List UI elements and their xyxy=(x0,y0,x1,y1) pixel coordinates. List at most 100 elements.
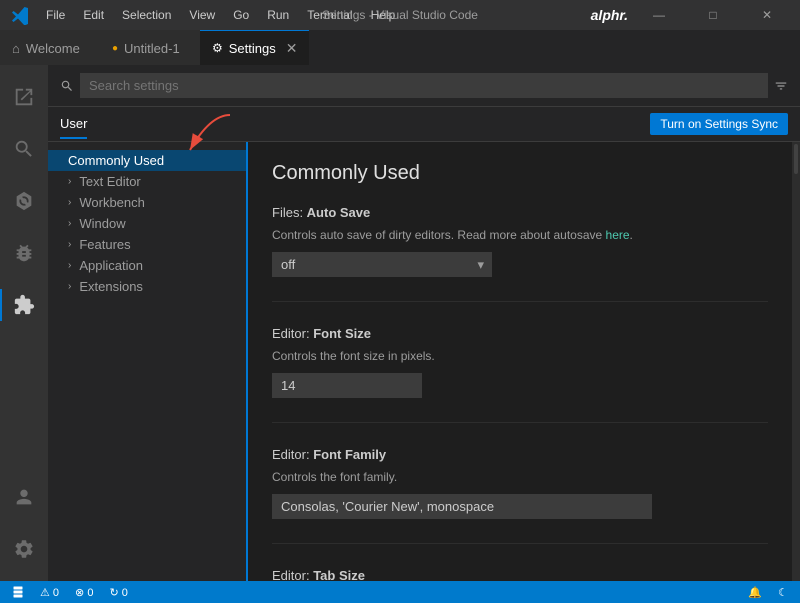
nav-features[interactable]: › Features xyxy=(48,234,246,255)
search-icon xyxy=(60,79,74,93)
menu-edit[interactable]: Edit xyxy=(75,6,112,24)
font-size-label: Editor: Font Size xyxy=(272,326,768,341)
font-family-label: Editor: Font Family xyxy=(272,447,768,462)
activity-explorer[interactable] xyxy=(0,73,48,121)
settings-container: User Turn on Settings Sync Commonly Used… xyxy=(48,65,800,581)
close-button[interactable]: ✕ xyxy=(744,0,790,30)
tab-welcome-icon: ⌂ xyxy=(12,41,20,56)
minimize-button[interactable]: — xyxy=(636,0,682,30)
files-auto-save-desc: Controls auto save of dirty editors. Rea… xyxy=(272,226,768,244)
status-bar: ⚠ 0 ⊗ 0 ↻ 0 🔔 ☾ xyxy=(0,581,800,603)
setting-files-auto-save: Files: Auto Save Controls auto save of d… xyxy=(272,205,768,302)
tab-untitled-dot: ● xyxy=(112,43,118,54)
brand-logo: alphr. xyxy=(591,7,628,23)
activity-bar xyxy=(0,65,48,581)
tab-welcome-label: Welcome xyxy=(26,41,80,56)
nav-commonly-used[interactable]: Commonly Used xyxy=(48,150,246,171)
status-left: ⚠ 0 ⊗ 0 ↻ 0 xyxy=(8,586,132,599)
activity-source-control[interactable] xyxy=(0,177,48,225)
font-family-bold: Font Family xyxy=(313,447,386,462)
user-tab[interactable]: User xyxy=(60,110,87,139)
files-auto-save-bold: Auto Save xyxy=(307,205,371,220)
status-warnings[interactable]: ⊗ 0 xyxy=(71,586,97,599)
title-bar-right: alphr. — □ ✕ xyxy=(591,0,790,30)
font-family-input[interactable] xyxy=(272,494,652,519)
sync-button[interactable]: Turn on Settings Sync xyxy=(650,113,788,135)
tab-welcome[interactable]: ⌂ Welcome xyxy=(0,30,100,65)
files-auto-save-select[interactable]: off afterDelay onFocusChange onWindowCha… xyxy=(272,252,492,277)
font-family-desc: Controls the font family. xyxy=(272,468,768,486)
chevron-icon: › xyxy=(68,176,71,187)
activity-search[interactable] xyxy=(0,125,48,173)
vscode-logo xyxy=(10,5,30,25)
remote-icon xyxy=(12,586,24,598)
menu-run[interactable]: Run xyxy=(259,6,297,24)
nav-text-editor-label: Text Editor xyxy=(79,174,140,189)
menu-view[interactable]: View xyxy=(181,6,223,24)
chevron-icon: › xyxy=(68,197,71,208)
nav-window-label: Window xyxy=(79,216,125,231)
font-size-prefix: Editor: xyxy=(272,326,313,341)
main-layout: User Turn on Settings Sync Commonly Used… xyxy=(0,65,800,581)
font-size-desc: Controls the font size in pixels. xyxy=(272,347,768,365)
status-mode[interactable]: ☾ xyxy=(774,586,792,599)
scrollbar[interactable] xyxy=(792,142,800,581)
tab-size-prefix: Editor: xyxy=(272,568,313,581)
settings-panel: Commonly Used Files: Auto Save Controls … xyxy=(248,142,792,581)
chevron-icon: › xyxy=(68,260,71,271)
scroll-thumb xyxy=(794,144,798,174)
autosave-link[interactable]: here xyxy=(606,228,630,242)
tab-size-bold: Tab Size xyxy=(313,568,365,581)
nav-features-label: Features xyxy=(79,237,130,252)
tab-settings-icon: ⚙ xyxy=(212,41,223,55)
menu-selection[interactable]: Selection xyxy=(114,6,179,24)
filter-icon[interactable] xyxy=(774,79,788,93)
tab-size-label: Editor: Tab Size xyxy=(272,568,768,581)
tab-untitled-label: Untitled-1 xyxy=(124,41,180,56)
activity-account[interactable] xyxy=(0,473,48,521)
nav-window[interactable]: › Window xyxy=(48,213,246,234)
activity-debug[interactable] xyxy=(0,229,48,277)
tab-bar: ⌂ Welcome ● Untitled-1 ⚙ Settings ✕ xyxy=(0,30,800,65)
nav-application[interactable]: › Application xyxy=(48,255,246,276)
menu-go[interactable]: Go xyxy=(225,6,257,24)
font-size-bold: Font Size xyxy=(313,326,371,341)
activity-settings[interactable] xyxy=(0,525,48,573)
status-right: 🔔 ☾ xyxy=(744,586,792,599)
activity-extensions[interactable] xyxy=(0,281,48,329)
activity-bar-bottom xyxy=(0,473,48,581)
setting-font-family: Editor: Font Family Controls the font fa… xyxy=(272,447,768,544)
tab-settings-close[interactable]: ✕ xyxy=(286,40,298,57)
window-title: Settings - Visual Studio Code xyxy=(322,8,478,22)
menu-file[interactable]: File xyxy=(38,6,73,24)
search-input[interactable] xyxy=(80,73,768,98)
settings-section-title: Commonly Used xyxy=(272,162,768,185)
maximize-button[interactable]: □ xyxy=(690,0,736,30)
nav-text-editor[interactable]: › Text Editor xyxy=(48,171,246,192)
nav-extensions[interactable]: › Extensions xyxy=(48,276,246,297)
setting-tab-size: Editor: Tab Size The number of spaces a … xyxy=(272,568,768,581)
chevron-icon: › xyxy=(68,239,71,250)
status-info[interactable]: ↻ 0 xyxy=(105,586,131,599)
setting-font-size: Editor: Font Size Controls the font size… xyxy=(272,326,768,423)
tab-settings-label: Settings xyxy=(229,41,276,56)
tab-settings[interactable]: ⚙ Settings ✕ xyxy=(200,30,309,65)
files-auto-save-prefix: Files: xyxy=(272,205,307,220)
font-family-prefix: Editor: xyxy=(272,447,313,462)
settings-sidebar: Commonly Used › Text Editor › Workbench … xyxy=(48,142,248,581)
font-size-input[interactable] xyxy=(272,373,422,398)
search-bar xyxy=(48,65,800,107)
files-auto-save-label: Files: Auto Save xyxy=(272,205,768,220)
chevron-icon: › xyxy=(68,281,71,292)
nav-extensions-label: Extensions xyxy=(79,279,143,294)
status-notifications[interactable]: 🔔 xyxy=(744,586,766,599)
user-tab-bar: User Turn on Settings Sync xyxy=(48,107,800,142)
settings-content: Commonly Used › Text Editor › Workbench … xyxy=(48,142,800,581)
status-remote[interactable] xyxy=(8,586,28,598)
nav-workbench-label: Workbench xyxy=(79,195,145,210)
tab-untitled[interactable]: ● Untitled-1 xyxy=(100,30,200,65)
nav-application-label: Application xyxy=(79,258,143,273)
title-bar: File Edit Selection View Go Run Terminal… xyxy=(0,0,800,30)
status-errors[interactable]: ⚠ 0 xyxy=(36,586,63,599)
nav-workbench[interactable]: › Workbench xyxy=(48,192,246,213)
